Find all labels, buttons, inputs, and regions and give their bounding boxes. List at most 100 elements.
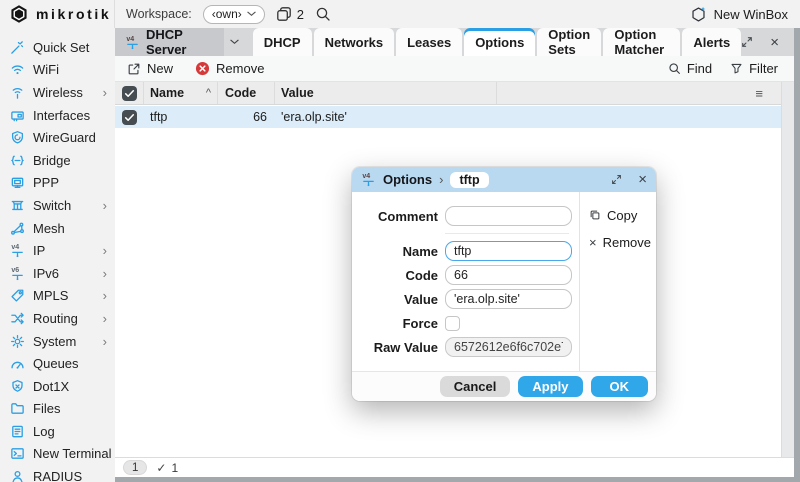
selected-count: ✓ 1 [156, 461, 178, 475]
force-checkbox[interactable] [445, 316, 460, 331]
folder-icon [10, 401, 25, 416]
sidebar-item-queues[interactable]: Queues [0, 352, 115, 375]
sidebar-item-radius[interactable]: RADIUS [0, 465, 115, 482]
code-field[interactable] [445, 265, 572, 285]
sidebar-item-ip[interactable]: v4 IP › [0, 239, 115, 262]
column-header-code[interactable]: Code [218, 82, 275, 104]
table-row[interactable]: tftp 66 'era.olp.site' [115, 106, 781, 128]
close-icon[interactable]: × [770, 35, 779, 50]
routes-icon [10, 311, 25, 326]
ok-button[interactable]: OK [591, 376, 649, 397]
ipv4-icon: v4 [10, 243, 25, 258]
sidebar-item-wifi[interactable]: WiFi [0, 59, 115, 82]
search-icon[interactable] [315, 6, 331, 22]
sidebar-item-files[interactable]: Files [0, 398, 115, 421]
sidebar-item-system[interactable]: System › [0, 330, 115, 353]
column-header-name[interactable]: Name ^ [144, 82, 218, 104]
raw-value-label: Raw Value [358, 340, 438, 355]
code-label: Code [358, 268, 438, 283]
tab-networks[interactable]: Networks [314, 28, 395, 56]
switch-icon [10, 198, 25, 213]
monitor-icon [10, 175, 25, 190]
column-settings-icon[interactable]: ≡ [755, 86, 763, 101]
remove-button[interactable]: Remove [195, 61, 264, 76]
vertical-scrollbar[interactable] [781, 82, 794, 457]
chevron-down-icon [247, 11, 256, 17]
wifi-icon [10, 62, 25, 77]
apply-button[interactable]: Apply [518, 376, 582, 397]
ipv6-icon: v6 [10, 266, 25, 281]
sidebar-item-mesh[interactable]: Mesh [0, 217, 115, 240]
statusbar: 1 ✓ 1 [115, 457, 794, 477]
sidebar-item-mpls[interactable]: MPLS › [0, 285, 115, 308]
tab-leases[interactable]: Leases [396, 28, 462, 56]
comment-field[interactable] [445, 206, 572, 226]
dialog-expand-icon[interactable] [611, 174, 622, 185]
log-icon [10, 424, 25, 439]
copy-button[interactable]: Copy [580, 204, 656, 226]
sidebar-item-ipv6[interactable]: v6 IPv6 › [0, 262, 115, 285]
mesh-icon [10, 221, 25, 236]
sidebar-item-switch[interactable]: Switch › [0, 194, 115, 217]
topbar: mikrotik Workspace: ‹own› 2 New Win [0, 0, 800, 28]
chevron-right-icon: › [103, 266, 107, 281]
sidebar-item-bridge[interactable]: Bridge [0, 149, 115, 172]
name-label: Name [358, 244, 438, 259]
tab-alerts[interactable]: Alerts [682, 28, 741, 56]
filter-button[interactable]: Filter [730, 61, 778, 76]
find-button[interactable]: Find [668, 61, 712, 76]
dialog-footer: Cancel Apply OK [352, 371, 656, 401]
tag-icon [10, 288, 25, 303]
new-button[interactable]: New [127, 61, 173, 76]
sidebar-item-routing[interactable]: Routing › [0, 307, 115, 330]
chevron-right-icon: › [103, 288, 107, 303]
sort-asc-icon: ^ [206, 87, 211, 99]
dialog-close-icon[interactable]: × [638, 172, 647, 187]
sidebar-item-dot1x[interactable]: Dot1X [0, 375, 115, 398]
toolbar-right: Find Filter [668, 61, 782, 76]
sidebar-item-wireless[interactable]: Wireless › [0, 81, 115, 104]
dialog-titlebar: v4 Options › tftp × [352, 167, 656, 192]
sidebar-item-new-terminal[interactable]: New Terminal [0, 443, 115, 466]
tab-option-sets[interactable]: Option Sets [537, 28, 601, 56]
dialog-side-actions: Copy × Remove [579, 192, 656, 371]
sidebar-item-wireguard[interactable]: WireGuard [0, 126, 115, 149]
sidebar-item-ppp[interactable]: PPP [0, 172, 115, 195]
workspace-label: Workspace: [126, 7, 192, 21]
app: mikrotik Workspace: ‹own› 2 New Win [0, 0, 800, 482]
column-header-value[interactable]: Value [275, 82, 497, 104]
value-field[interactable] [445, 289, 572, 309]
page-badge: 1 [123, 460, 147, 475]
table-header: Name ^ Code Value ≡ [115, 82, 781, 105]
remove-button-dialog[interactable]: × Remove [580, 231, 656, 253]
window-dropdown-button[interactable] [224, 28, 245, 56]
select-all-checkbox[interactable] [115, 82, 144, 104]
breadcrumb-separator: › [439, 172, 443, 187]
cancel-button[interactable]: Cancel [440, 376, 511, 397]
tab-option-matcher[interactable]: Option Matcher [603, 28, 680, 56]
filter-funnel-icon [730, 62, 743, 75]
new-winbox-button[interactable]: New WinBox [690, 6, 788, 23]
open-windows-button[interactable]: 2 [276, 6, 304, 22]
gauge-icon [10, 356, 25, 371]
name-field[interactable] [445, 241, 572, 261]
form-divider [445, 233, 569, 234]
raw-value-field[interactable] [445, 337, 572, 357]
tab-dhcp[interactable]: DHCP [253, 28, 312, 56]
force-label: Force [358, 316, 438, 331]
dialog-form: Comment Name Code Value Force [352, 192, 579, 371]
tab-options[interactable]: Options [464, 28, 535, 56]
sidebar-item-interfaces[interactable]: Interfaces [0, 104, 115, 127]
expand-icon[interactable] [741, 36, 753, 48]
sidebar-item-log[interactable]: Log [0, 420, 115, 443]
cell-name: tftp [144, 110, 218, 124]
copy-icon [589, 209, 601, 221]
options-dialog: v4 Options › tftp × Comment Name [352, 167, 656, 401]
row-checkbox[interactable] [115, 110, 144, 125]
window-title: v4 DHCP Server [115, 28, 224, 56]
comment-label: Comment [358, 209, 438, 224]
dialog-body: Comment Name Code Value Force [352, 192, 656, 371]
workspace-select[interactable]: ‹own› [203, 5, 265, 24]
sidebar-item-quick-set[interactable]: Quick Set [0, 36, 115, 59]
cell-code: 66 [218, 110, 275, 124]
